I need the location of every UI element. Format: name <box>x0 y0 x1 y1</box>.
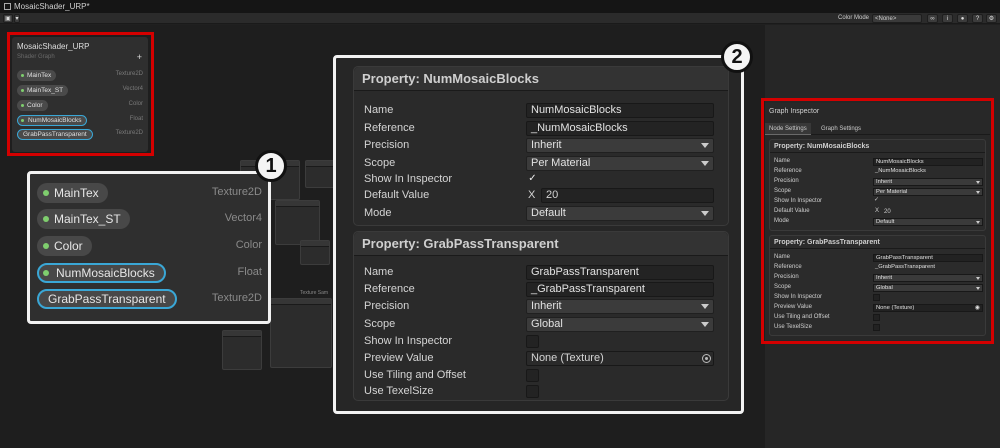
settings-icon[interactable]: ⚙ <box>986 14 997 23</box>
window-title: MosaicShader_URP* <box>14 2 90 11</box>
node-label: Texture Sam <box>300 290 329 296</box>
color-mode-select[interactable]: <None> <box>872 14 922 23</box>
save-dropdown-icon[interactable]: ▾ <box>14 14 20 23</box>
highlight-box-inspector <box>761 98 994 344</box>
shader-graph-icon <box>4 3 11 10</box>
graph-node[interactable] <box>300 240 330 265</box>
save-icon[interactable]: ▣ <box>3 14 13 23</box>
callout-badge-1: 1 <box>255 150 287 182</box>
link-icon[interactable]: ∞ <box>927 14 938 23</box>
info-icon[interactable]: i <box>942 14 953 23</box>
callout-badge-2: 2 <box>721 41 753 73</box>
highlight-box-blackboard <box>7 32 154 156</box>
graph-node[interactable] <box>275 200 320 245</box>
graph-node[interactable] <box>222 330 262 370</box>
highlight-box-zoom-2 <box>333 55 744 414</box>
color-mode-label: Color Mode <box>837 15 869 21</box>
preview-icon[interactable]: ● <box>957 14 968 23</box>
highlight-box-zoom-1 <box>27 171 271 324</box>
toolbar: ▣ ▾ Color Mode <None> ∞ i ● ? ⚙ <box>0 13 1000 24</box>
graph-node[interactable] <box>270 298 332 368</box>
window-title-bar: MosaicShader_URP* <box>0 0 1000 13</box>
help-icon[interactable]: ? <box>972 14 983 23</box>
